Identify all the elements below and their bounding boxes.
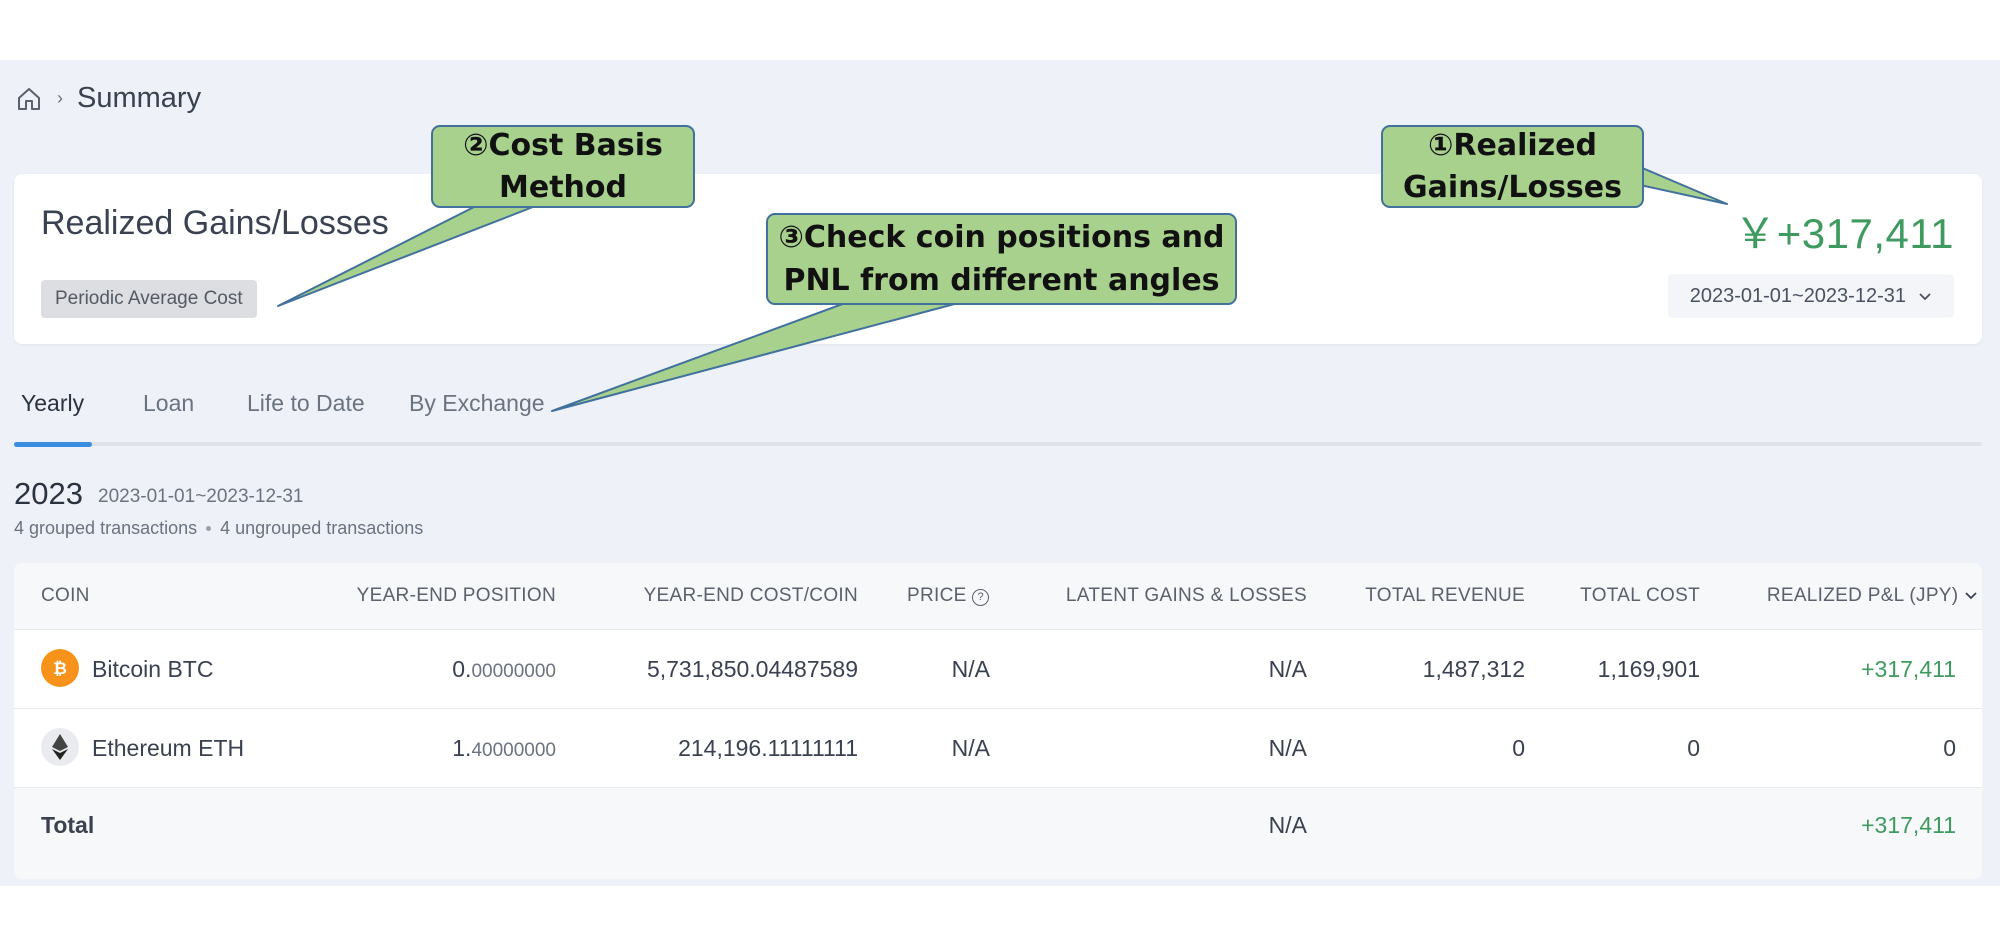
callout-3-pointer — [551, 301, 963, 412]
callout-pointers — [277, 166, 1728, 412]
callout-3-line1: ③Check coin positions and — [778, 220, 1225, 255]
callout-3-line2: PNL from different angles — [783, 263, 1220, 298]
callout-check-positions: ③Check coin positions and PNL from diffe… — [766, 213, 1237, 305]
callout-realized: ①Realized Gains/Losses — [1381, 125, 1644, 208]
callout-1-line2: Gains/Losses — [1403, 169, 1622, 205]
callout-2-line1: ②Cost Basis — [463, 127, 663, 163]
callout-cost-basis: ②Cost Basis Method — [431, 125, 695, 208]
callout-1-pointer — [1639, 166, 1728, 205]
callout-2-pointer — [277, 204, 539, 307]
callout-1-line1: ①Realized — [1428, 127, 1597, 163]
callout-2-line2: Method — [499, 169, 627, 205]
